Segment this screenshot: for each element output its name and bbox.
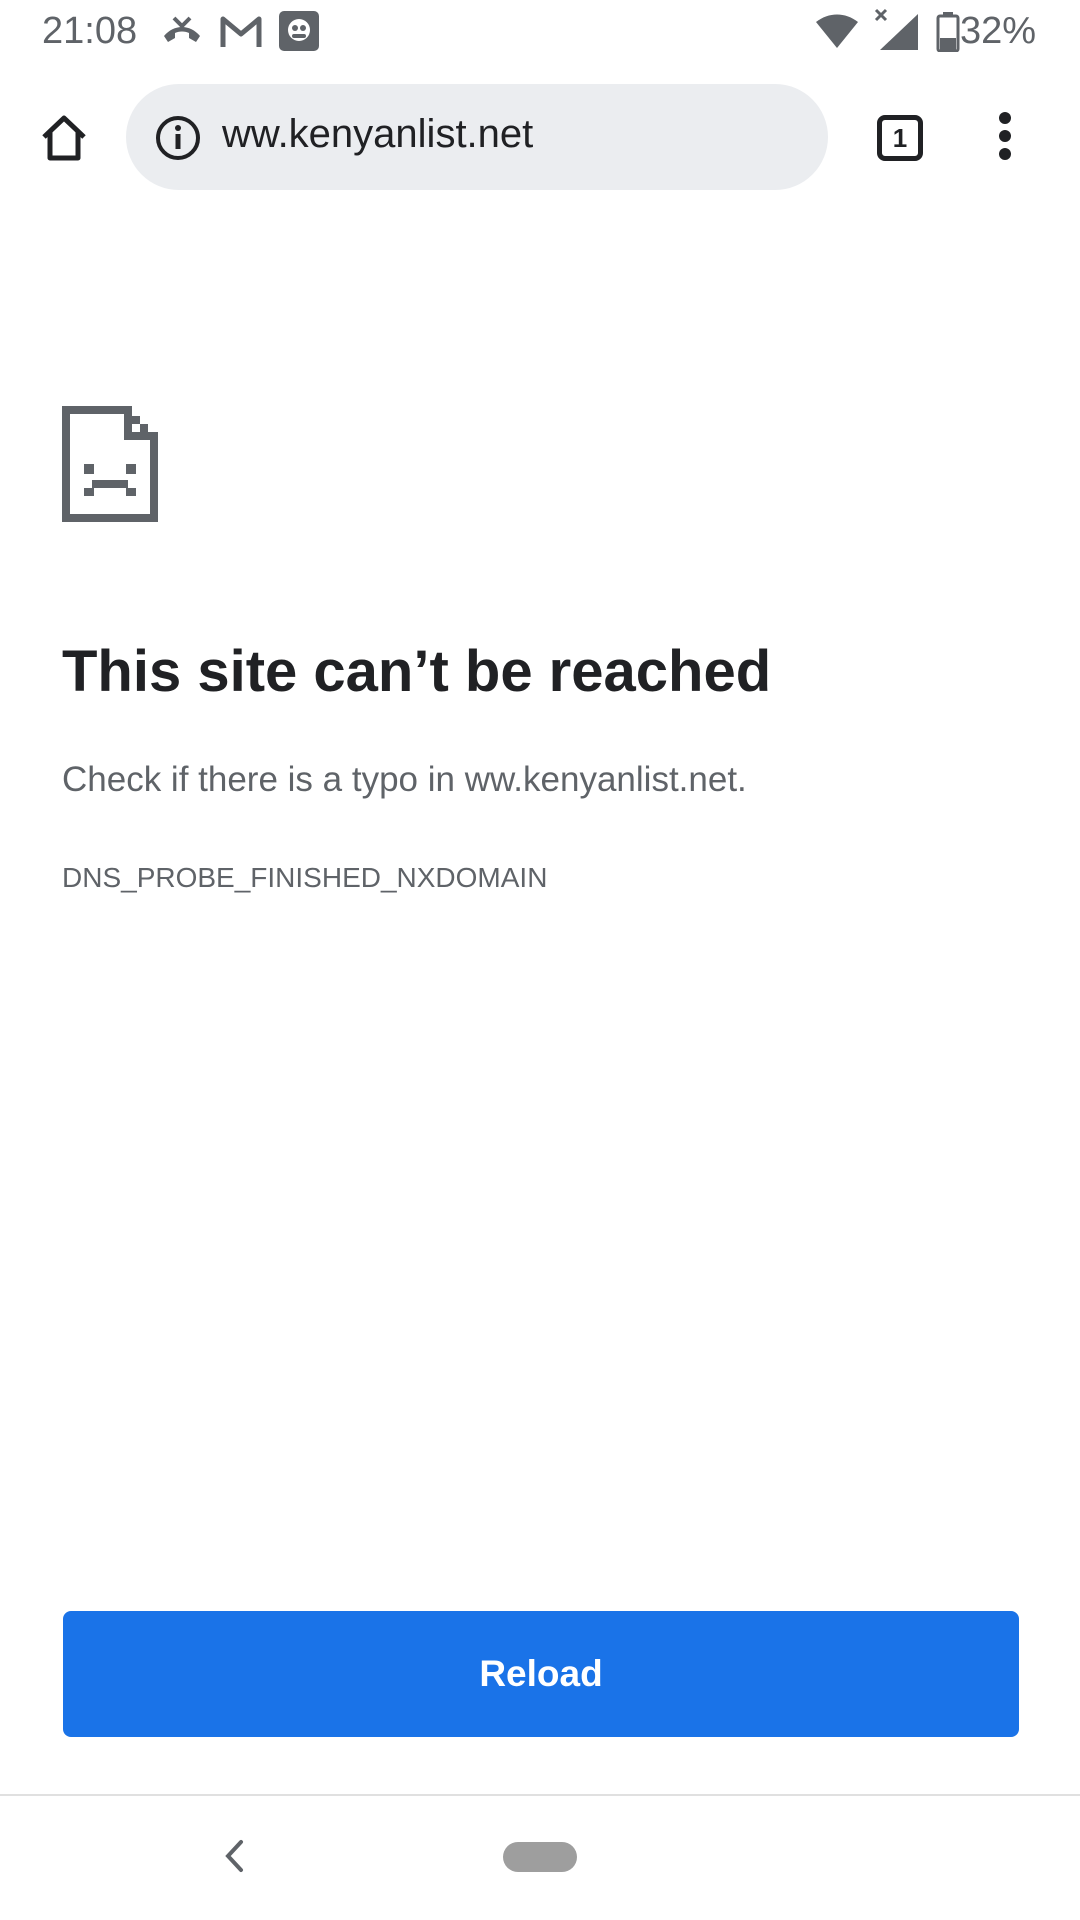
home-pill[interactable] — [503, 1842, 577, 1872]
sad-document-icon — [62, 406, 158, 522]
gmail-icon — [220, 14, 262, 55]
back-icon — [222, 1838, 246, 1879]
url-text[interactable]: ww.kenyanlist.net — [222, 112, 533, 157]
battery-icon — [936, 12, 960, 57]
system-nav-bar — [0, 1796, 1080, 1920]
tab-switcher-icon: 1 — [877, 115, 923, 161]
back-button[interactable] — [212, 1836, 256, 1880]
status-time: 21:08 — [42, 10, 138, 52]
no-signal-icon — [872, 8, 920, 57]
more-vert-icon — [997, 111, 1013, 166]
tab-switcher-button[interactable]: 1 — [872, 110, 928, 166]
error-heading: This site can’t be reached — [62, 639, 772, 704]
more-menu-button[interactable] — [980, 104, 1030, 172]
home-icon — [36, 110, 92, 171]
error-code: DNS_PROBE_FINISHED_NXDOMAIN — [62, 862, 548, 893]
status-bar: 21:08 32% — [0, 0, 1080, 66]
battery-percent: 32% — [959, 10, 1036, 52]
missed-call-icon — [160, 14, 204, 59]
reload-button[interactable]: Reload — [63, 1611, 1019, 1737]
tab-count: 1 — [892, 122, 908, 153]
home-button[interactable] — [30, 106, 98, 174]
browser-toolbar: ww.kenyanlist.net 1 — [0, 66, 1080, 206]
wifi-icon — [814, 14, 860, 55]
app-notification-icon — [278, 10, 320, 57]
error-description: Check if there is a typo in ww.kenyanlis… — [62, 760, 747, 799]
info-icon[interactable] — [154, 114, 202, 162]
address-bar[interactable]: ww.kenyanlist.net — [126, 84, 828, 190]
